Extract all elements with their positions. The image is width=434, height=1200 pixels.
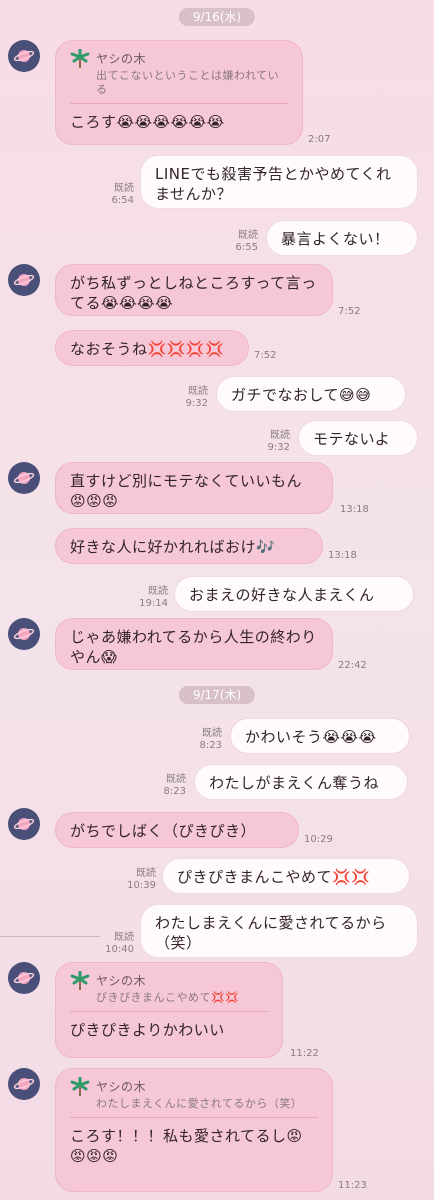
read-receipt: 既読 xyxy=(202,728,222,739)
avatar[interactable] xyxy=(8,808,40,840)
avatar[interactable] xyxy=(8,264,40,296)
message-text: 好きな人に好かれればおけ🎶 xyxy=(70,538,276,556)
message-bubble[interactable]: ガチでなおして😅😅 xyxy=(216,376,406,412)
message-time: 10:39 xyxy=(127,880,156,891)
message-time: 9:32 xyxy=(185,398,208,409)
message-text: ぴきぴきよりかわいい xyxy=(70,1021,225,1039)
planet-icon xyxy=(13,818,35,830)
message-text: ころす！！！私も愛されてるし😡😡😡😡 xyxy=(70,1127,303,1165)
reply-quote[interactable]: ヤシの木 出てこないということは嫌われている xyxy=(70,49,288,104)
message-text: かわいそう😭😭😭 xyxy=(245,728,377,746)
palm-tree-icon xyxy=(70,971,90,990)
reply-author: ヤシの木 xyxy=(96,52,147,66)
message-text: LINEでも殺害予告とかやめてくれませんか？ xyxy=(155,165,392,203)
message-text: ガチでなおして😅😅 xyxy=(231,386,372,404)
planet-icon xyxy=(13,628,35,640)
message-text: 直すけど別にモテなくていいもん😡😡😡 xyxy=(70,472,303,510)
message-time: 19:14 xyxy=(139,598,168,609)
read-receipt: 既読 xyxy=(188,386,208,397)
message-text: なおそうね💢💢💢💢 xyxy=(70,340,225,358)
message-text: 暴言よくない！ xyxy=(281,230,390,248)
message-bubble[interactable]: ヤシの木 わたしまえくんに愛されてるから（笑） ころす！！！私も愛されてるし😡😡… xyxy=(55,1068,333,1192)
message-time: 10:29 xyxy=(304,834,333,845)
planet-icon xyxy=(13,1078,35,1090)
palm-tree-icon xyxy=(70,1077,90,1096)
message-text: おまえの好きな人まえくん xyxy=(189,586,375,604)
message-bubble[interactable]: おまえの好きな人まえくん xyxy=(174,576,414,612)
message-time: 22:42 xyxy=(338,660,367,671)
message-bubble[interactable]: 直すけど別にモテなくていいもん😡😡😡 xyxy=(55,462,333,514)
reply-quote[interactable]: ヤシの木 ぴきぴきまんこやめて💢💢 xyxy=(70,971,268,1012)
read-receipt: 既読 xyxy=(238,230,258,241)
message-text: わたしまえくんに愛されてるから（笑） xyxy=(155,914,387,952)
avatar[interactable] xyxy=(8,40,40,72)
read-receipt: 既読 xyxy=(114,932,134,943)
read-receipt: 既読 xyxy=(270,430,290,441)
message-bubble[interactable]: 暴言よくない！ xyxy=(266,220,418,256)
divider xyxy=(0,936,100,937)
reply-text: ぴきぴきまんこやめて💢💢 xyxy=(96,991,240,1004)
planet-icon xyxy=(13,472,35,484)
message-time: 13:18 xyxy=(328,550,357,561)
message-bubble[interactable]: ぴきぴきまんこやめて💢💢 xyxy=(162,858,410,894)
palm-tree-icon xyxy=(70,49,90,68)
avatar[interactable] xyxy=(8,962,40,994)
reply-author: ヤシの木 xyxy=(96,1080,147,1094)
message-bubble[interactable]: がち私ずっとしねところすって言ってる😭😭😭😭 xyxy=(55,264,333,316)
message-time: 6:54 xyxy=(111,195,134,206)
reply-author: ヤシの木 xyxy=(96,974,147,988)
read-receipt: 既読 xyxy=(166,774,186,785)
reply-quote[interactable]: ヤシの木 わたしまえくんに愛されてるから（笑） xyxy=(70,1077,318,1118)
message-text: じゃあ嫌われてるから人生の終わりやん😱 xyxy=(70,628,317,666)
reply-text: 出てこないということは嫌われている xyxy=(96,69,280,96)
message-text: モテないよ xyxy=(313,430,391,448)
message-text: ぴきぴきまんこやめて💢💢 xyxy=(177,868,371,886)
message-time: 11:22 xyxy=(290,1048,319,1059)
message-text: がち私ずっとしねところすって言ってる😭😭😭😭 xyxy=(70,274,317,312)
read-receipt: 既読 xyxy=(136,868,156,879)
avatar[interactable] xyxy=(8,1068,40,1100)
message-time: 13:18 xyxy=(340,504,369,515)
message-time: 6:55 xyxy=(235,242,258,253)
message-bubble[interactable]: ヤシの木 出てこないということは嫌われている ころす😭😭😭😭😭😭 xyxy=(55,40,303,145)
message-time: 7:52 xyxy=(254,350,277,361)
message-bubble[interactable]: がちでしばく（ぴきぴき） xyxy=(55,812,299,848)
planet-icon xyxy=(13,50,35,62)
message-time: 11:23 xyxy=(338,1180,367,1191)
avatar[interactable] xyxy=(8,462,40,494)
reply-text: わたしまえくんに愛されてるから（笑） xyxy=(96,1097,303,1110)
read-receipt: 既読 xyxy=(148,586,168,597)
message-bubble[interactable]: わたしまえくんに愛されてるから（笑） xyxy=(140,904,418,958)
message-bubble[interactable]: かわいそう😭😭😭 xyxy=(230,718,410,754)
date-separator: 9/16(水) xyxy=(178,8,256,26)
date-separator: 9/17(木) xyxy=(178,686,256,704)
message-text: がちでしばく（ぴきぴき） xyxy=(70,822,257,840)
planet-icon xyxy=(13,274,35,286)
message-time: 10:40 xyxy=(105,944,134,955)
message-bubble[interactable]: じゃあ嫌われてるから人生の終わりやん😱 xyxy=(55,618,333,670)
avatar[interactable] xyxy=(8,618,40,650)
message-time: 8:23 xyxy=(163,786,186,797)
message-text: わたしがまえくん奪うね xyxy=(209,774,380,792)
planet-icon xyxy=(13,972,35,984)
message-bubble[interactable]: 好きな人に好かれればおけ🎶 xyxy=(55,528,323,564)
read-receipt: 既読 xyxy=(114,183,134,194)
message-bubble[interactable]: なおそうね💢💢💢💢 xyxy=(55,330,249,366)
message-bubble[interactable]: わたしがまえくん奪うね xyxy=(194,764,408,800)
message-time: 9:32 xyxy=(267,442,290,453)
message-text: ころす😭😭😭😭😭😭 xyxy=(70,113,225,131)
message-bubble[interactable]: LINEでも殺害予告とかやめてくれませんか？ xyxy=(140,155,418,209)
message-time: 2:07 xyxy=(308,134,331,145)
message-bubble[interactable]: ヤシの木 ぴきぴきまんこやめて💢💢 ぴきぴきよりかわいい xyxy=(55,962,283,1058)
message-time: 8:23 xyxy=(199,740,222,751)
message-bubble[interactable]: モテないよ xyxy=(298,420,418,456)
message-time: 7:52 xyxy=(338,306,361,317)
